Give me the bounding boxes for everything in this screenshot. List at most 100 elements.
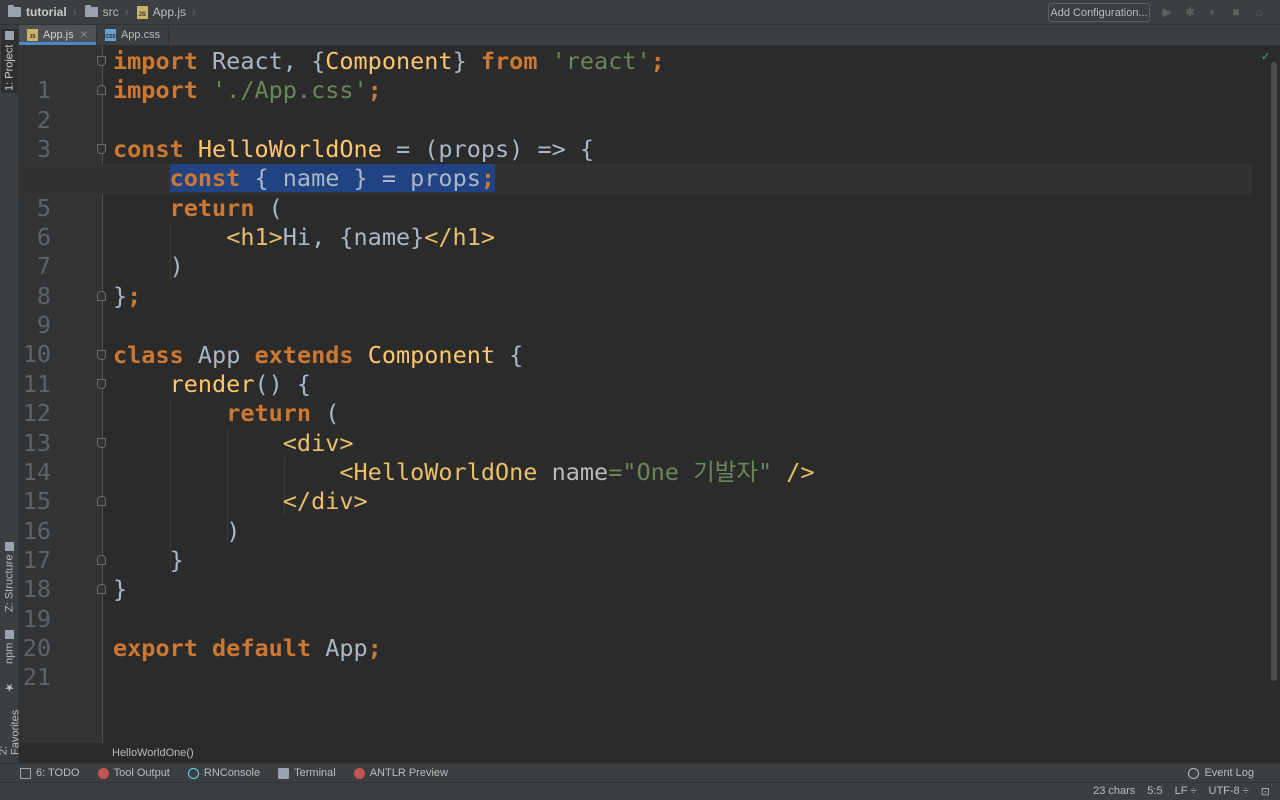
folder-icon bbox=[84, 5, 98, 17]
code-token: default bbox=[197, 634, 312, 662]
editor-breadcrumb[interactable]: HelloWorldOne() bbox=[104, 743, 1280, 763]
tool-window-antlr-preview[interactable]: ANTLR Preview bbox=[353, 767, 448, 779]
code-line: 17 ) bbox=[19, 516, 1271, 574]
lock-icon[interactable]: ⊡ bbox=[1261, 785, 1270, 798]
code-line: 14 <div> bbox=[19, 428, 1271, 486]
stop-icon[interactable]: ■ bbox=[1229, 5, 1243, 20]
tool-tab-npm[interactable]: npm bbox=[1, 625, 18, 669]
code-line-current: 5 const { name } = props; bbox=[19, 164, 1271, 222]
breadcrumb-src[interactable]: src › bbox=[77, 0, 129, 25]
tool-tab-project-label: 1: Project bbox=[3, 44, 16, 91]
tool-output-icon bbox=[97, 767, 109, 779]
fold-marker-icon[interactable] bbox=[97, 584, 106, 595]
check-icon: ✓ bbox=[1261, 51, 1271, 63]
left-tool-strip: 1: Project Z: Structure npm 2: Favorites… bbox=[0, 25, 22, 763]
code-token: 'react' bbox=[537, 47, 651, 75]
code-token: React, { bbox=[197, 47, 326, 75]
code-token: HelloWorldOne bbox=[183, 135, 382, 164]
code-line: 20 bbox=[19, 605, 1271, 662]
code-token: return bbox=[226, 399, 312, 428]
code-line: 12 render() { bbox=[19, 370, 1271, 427]
code-line: 21 export default App; bbox=[19, 634, 1271, 691]
code-token: const bbox=[113, 135, 184, 164]
fold-marker-icon[interactable] bbox=[97, 290, 106, 301]
fold-marker-icon[interactable] bbox=[97, 554, 106, 565]
status-caret-position[interactable]: 5:5 bbox=[1147, 785, 1162, 798]
code-line: 19 } bbox=[19, 575, 1271, 632]
code-line: 8 ) bbox=[19, 252, 1271, 309]
event-log-button[interactable]: Event Log bbox=[1188, 767, 1254, 779]
event-log-icon bbox=[1188, 767, 1200, 779]
code-token: from bbox=[480, 47, 538, 75]
code-line: 18 } bbox=[19, 545, 1271, 603]
code-line: 7 <h1>Hi, {name}</h1> bbox=[19, 223, 1271, 280]
tab-app-js[interactable]: JS App.js ✕ bbox=[19, 25, 97, 45]
fold-marker-icon[interactable] bbox=[97, 85, 106, 96]
code-token: ) bbox=[226, 516, 241, 545]
code-line: 15 <HelloWorldOne name="One 기발자" /> bbox=[19, 457, 1271, 515]
line-number: 21 bbox=[22, 663, 51, 692]
code-token: ; bbox=[650, 47, 665, 75]
tool-window-todo[interactable]: 6: TODO bbox=[20, 767, 80, 779]
code-token: } bbox=[169, 545, 184, 574]
code-token: App bbox=[183, 340, 255, 369]
tab-app-css[interactable]: CSS App.css bbox=[97, 25, 170, 45]
tool-tab-structure[interactable]: Z: Structure bbox=[1, 541, 18, 613]
tool-window-tool-output[interactable]: Tool Output bbox=[97, 767, 170, 779]
code-token: <div> bbox=[282, 428, 354, 457]
breadcrumb-file[interactable]: JS App.js › bbox=[129, 0, 196, 25]
terminal-icon bbox=[278, 767, 290, 779]
code-token: { bbox=[495, 340, 524, 369]
debug-icon[interactable]: ✱ bbox=[1183, 5, 1197, 20]
vertical-scrollbar[interactable] bbox=[1271, 62, 1277, 681]
code-token: </h1> bbox=[424, 223, 496, 252]
npm-icon bbox=[5, 629, 14, 639]
breadcrumb-file-label: App.js bbox=[152, 5, 187, 19]
code-token: import bbox=[113, 76, 198, 105]
tool-tab-npm-label: npm bbox=[3, 642, 16, 665]
tool-tab-structure-label: Z: Structure bbox=[3, 554, 16, 613]
tool-tab-favorites[interactable]: 2: Favorites ★ bbox=[0, 681, 22, 755]
tool-window-terminal[interactable]: Terminal bbox=[278, 767, 336, 779]
fold-marker-icon[interactable] bbox=[97, 437, 106, 448]
run-toolbar: ▶ ✱ ◐ ■ ⌂ bbox=[1160, 5, 1266, 20]
editor-breadcrumb-label: HelloWorldOne() bbox=[112, 747, 194, 759]
code-editor[interactable]: 1 import React, {Component} from 'react'… bbox=[19, 46, 1271, 743]
navigation-bar: tutorial › src › JS App.js › Add Configu… bbox=[0, 0, 1280, 25]
tool-window-bar: 6: TODO Tool Output RNConsole Terminal A… bbox=[0, 763, 1280, 782]
code-token: ( bbox=[311, 399, 340, 428]
folder-icon bbox=[5, 31, 14, 41]
breadcrumb-project[interactable]: tutorial › bbox=[0, 0, 77, 25]
tool-tab-project[interactable]: 1: Project bbox=[1, 29, 18, 93]
code-token: return bbox=[169, 193, 255, 222]
status-selection-chars: 23 chars bbox=[1093, 785, 1136, 797]
update-icon[interactable]: ⌂ bbox=[1252, 5, 1266, 20]
add-configuration-button[interactable]: Add Configuration... bbox=[1048, 3, 1150, 22]
tool-window-terminal-label: Terminal bbox=[294, 767, 336, 779]
tool-window-rnconsole[interactable]: RNConsole bbox=[187, 767, 260, 779]
code-token: </div> bbox=[282, 487, 368, 516]
fold-marker-icon[interactable] bbox=[97, 144, 106, 155]
run-icon[interactable]: ▶ bbox=[1160, 5, 1174, 20]
tab-app-js-label: App.js bbox=[43, 29, 74, 41]
fold-marker-icon[interactable] bbox=[97, 349, 106, 360]
antlr-icon bbox=[353, 767, 365, 779]
fold-marker-icon[interactable] bbox=[97, 496, 106, 507]
fold-marker-icon[interactable] bbox=[97, 56, 106, 66]
code-line: 1 import React, {Component} from 'react'… bbox=[19, 47, 1271, 104]
fold-marker-icon[interactable] bbox=[97, 378, 106, 389]
code-token: App bbox=[311, 634, 368, 662]
editor-tabs: JS App.js ✕ CSS App.css bbox=[19, 25, 1280, 46]
code-token: <HelloWorldOne bbox=[339, 457, 538, 486]
code-token: Component bbox=[353, 340, 496, 369]
event-log-label: Event Log bbox=[1204, 767, 1254, 779]
code-line: 11 class App extends Component { bbox=[19, 340, 1271, 398]
text-selection: const { name } = props; bbox=[169, 164, 496, 193]
close-icon[interactable]: ✕ bbox=[80, 30, 88, 41]
status-encoding[interactable]: UTF-8 ÷ bbox=[1209, 785, 1249, 798]
status-line-separator[interactable]: LF ÷ bbox=[1175, 785, 1197, 798]
js-file-icon: JS bbox=[136, 5, 148, 19]
coverage-icon[interactable]: ◐ bbox=[1206, 5, 1220, 20]
code-line: 10 bbox=[19, 311, 1271, 368]
code-token: { name } = props bbox=[240, 164, 481, 193]
